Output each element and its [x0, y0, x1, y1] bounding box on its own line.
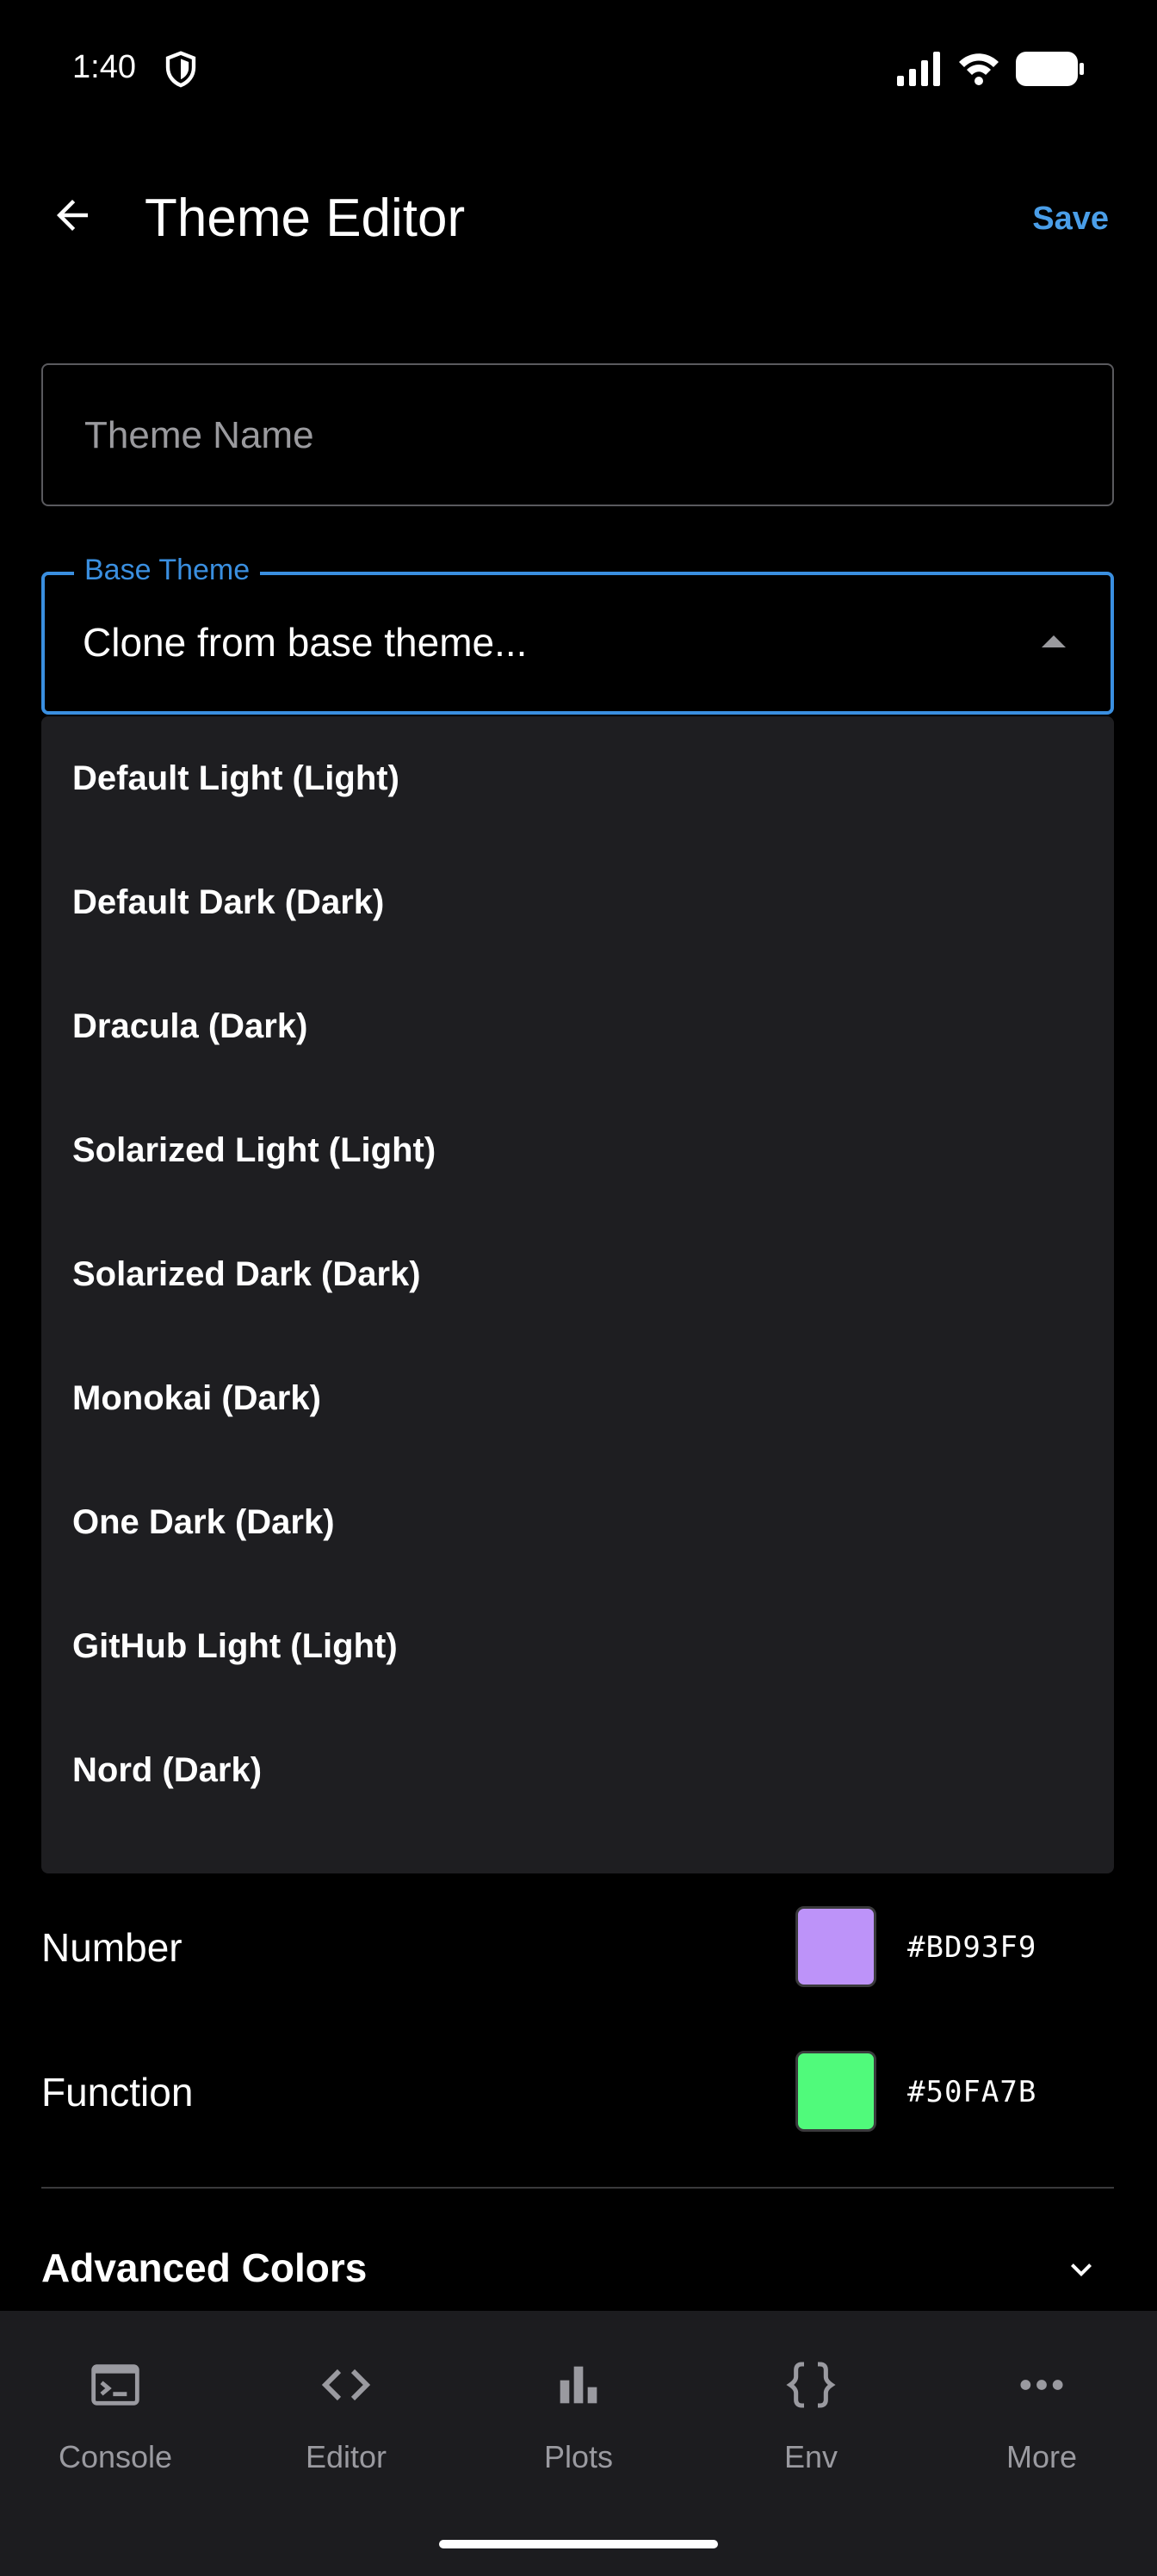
base-theme-label: Base Theme [74, 551, 261, 589]
menu-item[interactable]: One Dark (Dark) [41, 1460, 1114, 1584]
nav-label-env: Env [783, 2439, 838, 2474]
status-time: 1:40 [72, 49, 136, 85]
signal-icon [897, 52, 940, 86]
shield-icon [165, 51, 196, 88]
code-icon [321, 2369, 371, 2401]
wifi-icon [959, 53, 999, 85]
home-indicator[interactable] [439, 2540, 718, 2548]
menu-item[interactable]: Solarized Light (Light) [41, 1088, 1114, 1212]
advanced-colors-header[interactable]: Advanced Colors [41, 2244, 367, 2292]
theme-name-input[interactable] [83, 365, 1076, 506]
nav-label-console: Console [58, 2439, 173, 2474]
color-label-number: Number [41, 1925, 183, 1970]
arrow-back-icon [57, 200, 88, 231]
page-title: Theme Editor [145, 189, 466, 248]
menu-item[interactable]: Monokai (Dark) [41, 1336, 1114, 1460]
menu-item[interactable]: Solarized Dark (Dark) [41, 1212, 1114, 1336]
nav-env[interactable]: Env [696, 2311, 926, 2483]
bottom-navigation: Console Editor Plots Env More [0, 2311, 1157, 2576]
menu-item[interactable]: Nord (Dark) [41, 1708, 1114, 1832]
nav-console[interactable]: Console [0, 2311, 231, 2483]
caret-up-icon[interactable] [1042, 635, 1066, 647]
battery-icon [1016, 52, 1084, 86]
divider [41, 2187, 1114, 2189]
nav-more[interactable]: More [926, 2311, 1157, 2483]
save-button[interactable]: Save [1032, 195, 1109, 243]
color-swatch-number[interactable] [795, 1906, 876, 1987]
nav-editor[interactable]: Editor [231, 2311, 461, 2483]
braces-icon [786, 2362, 836, 2408]
menu-item[interactable]: Dracula (Dark) [41, 964, 1114, 1088]
nav-label-plots: Plots [543, 2439, 614, 2474]
chevron-down-icon[interactable] [1061, 2249, 1102, 2290]
color-swatch-function[interactable] [795, 2051, 876, 2132]
color-hex-function: #50FA7B [907, 2075, 1037, 2109]
more-horizontal-icon [1020, 2380, 1063, 2390]
status-icons [897, 50, 1085, 88]
bar-chart-icon [560, 2366, 597, 2404]
back-button[interactable] [38, 181, 107, 250]
base-theme-value: Clone from base theme... [83, 620, 528, 665]
menu-item[interactable]: Default Light (Light) [41, 716, 1114, 840]
theme-name-field [41, 363, 1114, 506]
menu-item[interactable]: Default Dark (Dark) [41, 840, 1114, 964]
nav-plots[interactable]: Plots [463, 2311, 694, 2483]
nav-label-more: More [1005, 2439, 1078, 2474]
console-icon [91, 2364, 139, 2406]
color-label-function: Function [41, 2070, 194, 2115]
menu-item[interactable]: GitHub Light (Light) [41, 1584, 1114, 1708]
base-theme-menu: Default Light (Light) Default Dark (Dark… [41, 716, 1114, 1873]
nav-label-editor: Editor [305, 2439, 387, 2474]
color-hex-number: #BD93F9 [907, 1930, 1037, 1965]
